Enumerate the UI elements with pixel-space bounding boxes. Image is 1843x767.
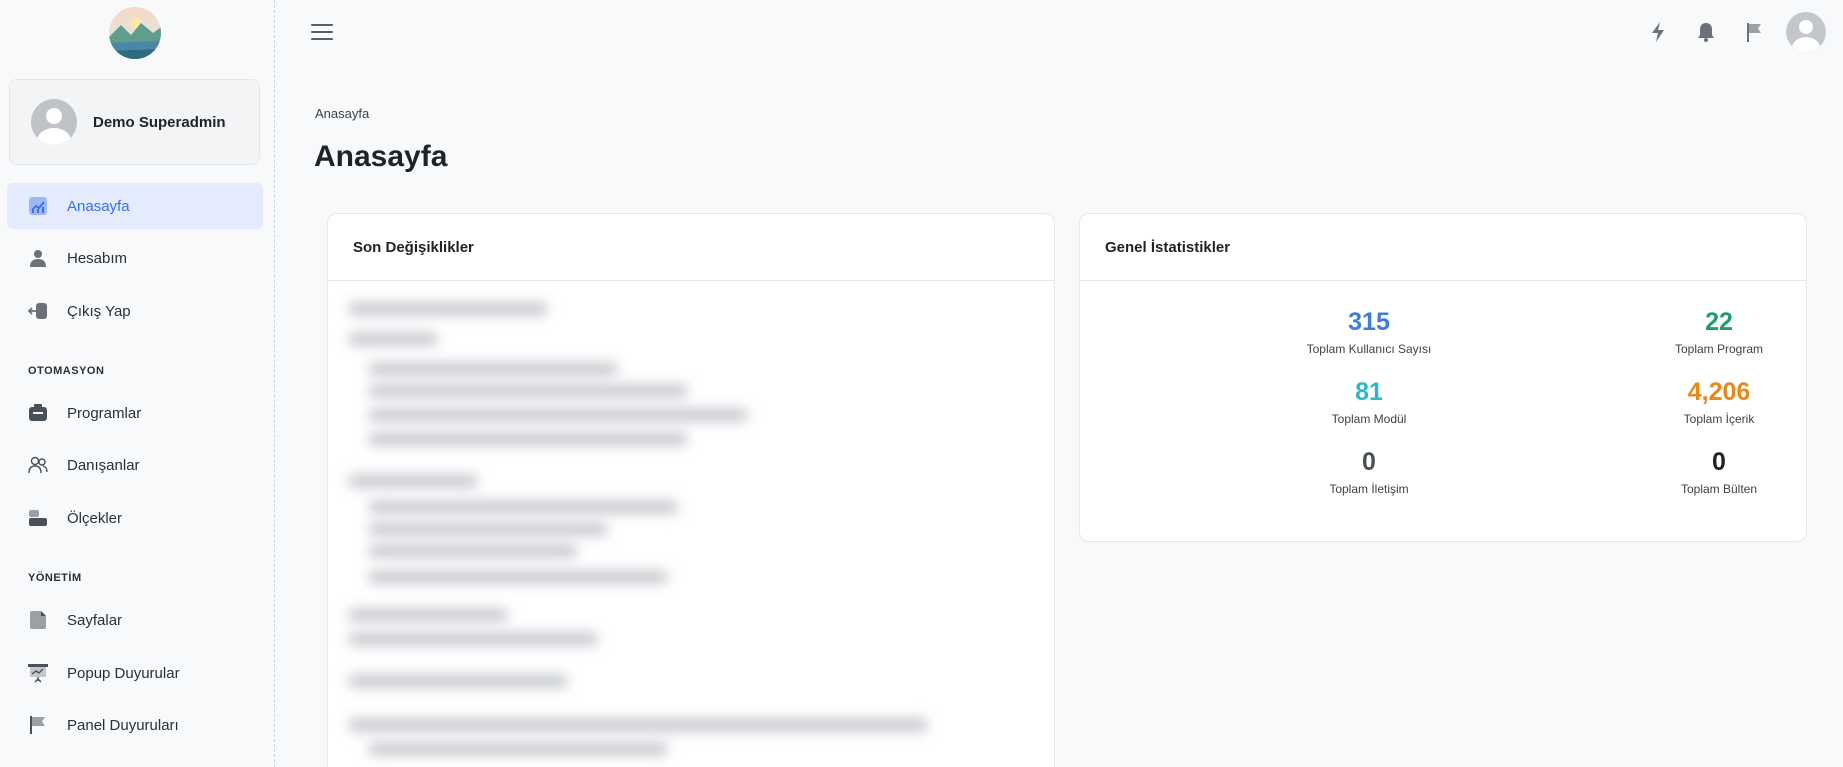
menu-toggle-button[interactable] bbox=[311, 24, 333, 42]
sidebar-item-label: Çıkış Yap bbox=[67, 302, 131, 320]
sidebar-item-cikis-yap[interactable]: Çıkış Yap bbox=[7, 288, 263, 334]
stat-label: Toplam İçerik bbox=[1683, 412, 1755, 426]
folder-icon bbox=[28, 403, 48, 423]
stat-label: Toplam Program bbox=[1674, 342, 1764, 356]
avatar bbox=[31, 99, 77, 145]
card-title: Genel İstatistikler bbox=[1080, 214, 1806, 281]
page-icon bbox=[28, 610, 48, 630]
sidebar-item-danisanlar[interactable]: Danışanlar bbox=[7, 442, 263, 488]
sidebar-item-anasayfa[interactable]: Anasayfa bbox=[7, 183, 263, 229]
sidebar-item-label: Programlar bbox=[67, 404, 142, 422]
breadcrumb[interactable]: Anasayfa bbox=[315, 106, 369, 121]
sidebar-item-label: Danışanlar bbox=[67, 456, 140, 474]
stat-total-newsletter: 0 Toplam Bülten bbox=[1619, 447, 1819, 496]
stat-total-modules: 81 Toplam Modül bbox=[1269, 377, 1469, 426]
bell-icon[interactable] bbox=[1694, 20, 1718, 44]
stat-total-contact: 0 Toplam İletişim bbox=[1269, 447, 1469, 496]
stat-label: Toplam İletişim bbox=[1329, 482, 1409, 496]
sidebar-item-label: Ölçekler bbox=[67, 509, 123, 527]
general-stats-card: Genel İstatistikler 315 Toplam Kullanıcı… bbox=[1079, 213, 1807, 542]
stat-value: 81 bbox=[1355, 378, 1383, 406]
stat-total-programs: 22 Toplam Program bbox=[1619, 307, 1819, 356]
sidebar-item-label: Popup Duyurular bbox=[67, 664, 180, 682]
scale-icon bbox=[28, 508, 48, 528]
sidebar-item-hesabim[interactable]: Hesabım bbox=[7, 235, 263, 281]
recent-changes-card: Son Değişiklikler bbox=[327, 213, 1055, 767]
user-name: Demo Superadmin bbox=[93, 113, 226, 131]
section-title-yonetim: YÖNETİM bbox=[28, 572, 82, 584]
sidebar-item-programlar[interactable]: Programlar bbox=[7, 390, 263, 436]
flag-icon[interactable] bbox=[1742, 20, 1766, 44]
sidebar-item-popup-duyurular[interactable]: Popup Duyurular bbox=[7, 650, 263, 696]
stat-value: 315 bbox=[1348, 308, 1390, 336]
stat-label: Toplam Bülten bbox=[1680, 482, 1758, 496]
stat-total-users: 315 Toplam Kullanıcı Sayısı bbox=[1269, 307, 1469, 356]
users-icon bbox=[28, 455, 48, 475]
page-title: Anasayfa bbox=[314, 140, 448, 173]
chart-icon bbox=[28, 196, 48, 216]
stat-value: 4,206 bbox=[1687, 378, 1751, 406]
sidebar-item-label: Sayfalar bbox=[67, 611, 123, 629]
stat-value: 22 bbox=[1705, 308, 1733, 336]
avatar[interactable] bbox=[1786, 12, 1826, 52]
stat-value: 0 bbox=[1362, 448, 1376, 476]
section-title-otomasyon: OTOMASYON bbox=[28, 365, 105, 377]
app-logo[interactable] bbox=[109, 7, 161, 59]
bolt-icon[interactable] bbox=[1646, 20, 1670, 44]
stat-value: 0 bbox=[1712, 448, 1726, 476]
sidebar-item-olcekler[interactable]: Ölçekler bbox=[7, 495, 263, 541]
sidebar-item-label: Anasayfa bbox=[67, 197, 130, 215]
logout-icon bbox=[28, 301, 48, 321]
stat-label: Toplam Kullanıcı Sayısı bbox=[1306, 342, 1432, 356]
sidebar: Demo Superadmin Anasayfa Hesabım Çıkış Y… bbox=[0, 0, 275, 767]
presentation-icon bbox=[28, 663, 48, 683]
sidebar-item-panel-duyurulari[interactable]: Panel Duyuruları bbox=[7, 702, 263, 748]
user-icon bbox=[28, 248, 48, 268]
flag-icon bbox=[28, 715, 48, 735]
sidebar-item-label: Panel Duyuruları bbox=[67, 716, 179, 734]
sidebar-item-sayfalar[interactable]: Sayfalar bbox=[7, 597, 263, 643]
recent-changes-list bbox=[328, 282, 1054, 767]
stat-total-content: 4,206 Toplam İçerik bbox=[1619, 377, 1819, 426]
user-card[interactable]: Demo Superadmin bbox=[9, 79, 260, 165]
sidebar-item-label: Hesabım bbox=[67, 249, 128, 267]
stat-label: Toplam Modül bbox=[1331, 412, 1407, 426]
card-title: Son Değişiklikler bbox=[328, 214, 1054, 281]
